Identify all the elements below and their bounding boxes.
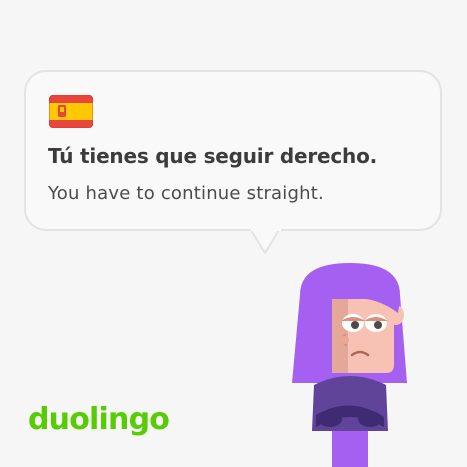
duolingo-logo: duolingo [28, 402, 170, 437]
spain-flag-icon [49, 95, 93, 128]
lily-character-illustration [292, 263, 407, 467]
spanish-phrase: Tú tienes que seguir derecho. [48, 144, 378, 168]
speech-bubble: Tú tienes que seguir derecho. You have t… [24, 70, 442, 231]
speech-bubble-tail [251, 229, 281, 254]
english-translation: You have to continue straight. [48, 183, 324, 204]
